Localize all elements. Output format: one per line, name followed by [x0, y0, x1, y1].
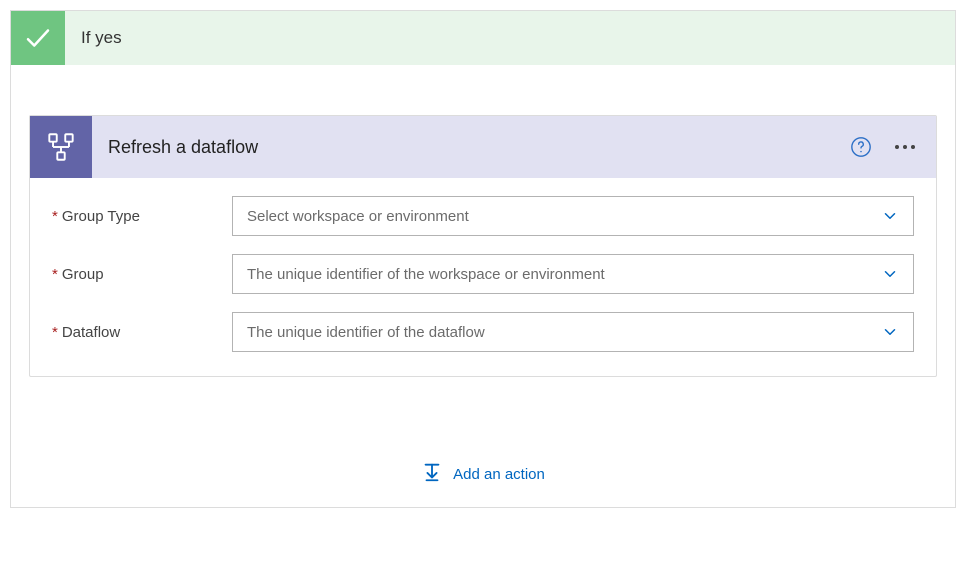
required-mark: *: [52, 324, 58, 341]
required-mark: *: [52, 266, 58, 283]
checkmark-icon: [11, 11, 65, 65]
action-title: Refresh a dataflow: [108, 137, 848, 158]
select-placeholder: The unique identifier of the workspace o…: [247, 266, 605, 283]
group-select[interactable]: The unique identifier of the workspace o…: [232, 254, 914, 294]
field-label: * Group: [52, 266, 232, 283]
add-action-button[interactable]: Add an action: [11, 449, 955, 507]
if-yes-panel: If yes Refresh a dataflow: [10, 10, 956, 508]
help-icon[interactable]: [848, 134, 874, 160]
select-placeholder: The unique identifier of the dataflow: [247, 324, 485, 341]
chevron-down-icon: [881, 323, 899, 341]
dataflow-icon: [30, 116, 92, 178]
more-icon[interactable]: [892, 134, 918, 160]
action-card: Refresh a dataflow * Group Type: [29, 115, 937, 377]
field-label: * Dataflow: [52, 324, 232, 341]
dataflow-select[interactable]: The unique identifier of the dataflow: [232, 312, 914, 352]
label-text: Group Type: [62, 208, 140, 225]
action-form-body: * Group Type Select workspace or environ…: [30, 178, 936, 376]
chevron-down-icon: [881, 207, 899, 225]
label-text: Dataflow: [62, 324, 120, 341]
condition-title: If yes: [81, 28, 122, 48]
add-action-label: Add an action: [453, 466, 545, 483]
field-group: * Group The unique identifier of the wor…: [52, 254, 914, 294]
field-dataflow: * Dataflow The unique identifier of the …: [52, 312, 914, 352]
chevron-down-icon: [881, 265, 899, 283]
action-card-header[interactable]: Refresh a dataflow: [30, 116, 936, 178]
condition-header[interactable]: If yes: [11, 11, 955, 65]
field-label: * Group Type: [52, 208, 232, 225]
select-placeholder: Select workspace or environment: [247, 208, 469, 225]
add-action-icon: [421, 461, 443, 487]
group-type-select[interactable]: Select workspace or environment: [232, 196, 914, 236]
field-group-type: * Group Type Select workspace or environ…: [52, 196, 914, 236]
label-text: Group: [62, 266, 104, 283]
required-mark: *: [52, 208, 58, 225]
